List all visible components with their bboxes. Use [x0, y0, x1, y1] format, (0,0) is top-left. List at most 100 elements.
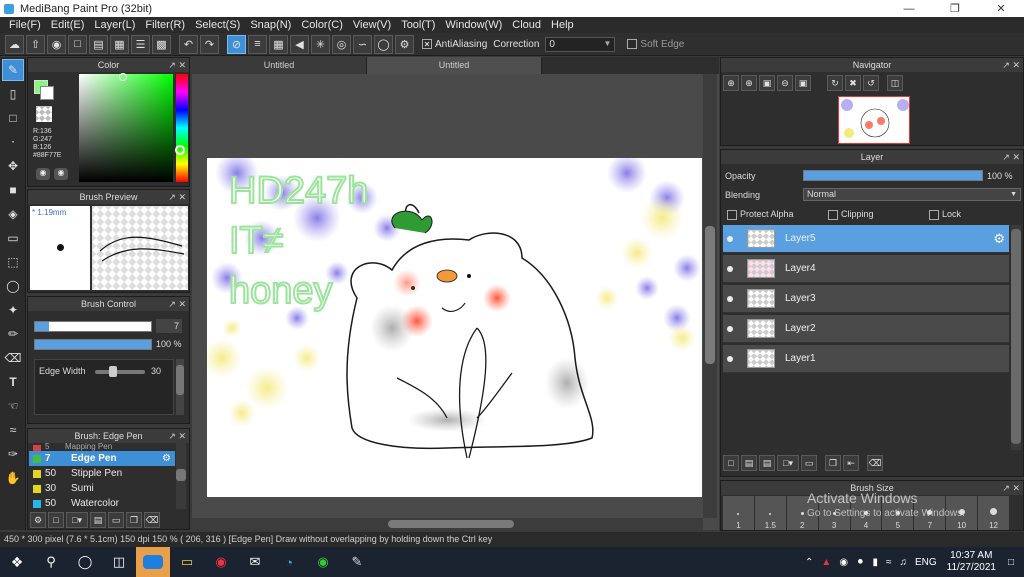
brush-item[interactable]: 50 Stipple Pen — [29, 466, 175, 481]
brush-size-value[interactable]: 7 — [156, 319, 182, 333]
folder-icon[interactable]: ▭ — [108, 512, 124, 528]
swatch-icon[interactable]: ◉ — [54, 168, 68, 180]
radial-snap-icon[interactable]: ✳ — [311, 34, 330, 54]
edge-icon[interactable]: ◔ — [272, 547, 306, 577]
menu-tool[interactable]: Tool(T) — [396, 19, 440, 31]
menu-view[interactable]: View(V) — [348, 19, 396, 31]
brush-settings-icon[interactable]: ⚙ — [30, 512, 46, 528]
mail-icon[interactable]: ✉ — [238, 547, 272, 577]
horizontal-scrollbar[interactable] — [192, 518, 703, 530]
folder-icon[interactable]: ▭ — [801, 455, 817, 471]
layer-item-layer5[interactable]: Layer5 ⚙ — [723, 225, 1009, 253]
magic-wand-tool-icon[interactable]: ✦ — [2, 299, 24, 321]
brush-page-icon[interactable]: ▤ — [90, 512, 106, 528]
perspective-snap-icon[interactable]: ◀ — [290, 34, 309, 54]
horizontal-scroll-thumb[interactable] — [388, 520, 514, 528]
rotate-back-icon[interactable]: ↺ — [863, 75, 879, 91]
layer-item-layer2[interactable]: Layer2 — [723, 315, 1009, 343]
language-indicator[interactable]: ENG — [915, 557, 937, 568]
battery-icon[interactable]: ▮ — [872, 557, 878, 568]
restore-button[interactable]: ❐ — [932, 0, 978, 17]
vertical-scrollbar[interactable] — [703, 74, 717, 518]
brush-size-option[interactable]: 12 — [978, 496, 1010, 530]
eye-icon[interactable] — [727, 235, 733, 242]
zoom-in-icon[interactable]: ⊕ — [741, 75, 757, 91]
minimize-button[interactable]: — — [886, 0, 932, 17]
grid-page-icon[interactable]: ▦ — [110, 34, 129, 54]
menu-window[interactable]: Window(W) — [440, 19, 507, 31]
panel-close-icon[interactable]: ↗ ✕ — [168, 58, 186, 72]
snap-off-icon[interactable]: ⊘ — [227, 34, 246, 54]
select-pen-tool-icon[interactable]: ✏ — [2, 323, 24, 345]
menu-cloud[interactable]: Cloud — [507, 19, 546, 31]
select-rect-tool-icon[interactable]: ⬚ — [2, 251, 24, 273]
tab-untitled-1[interactable]: Untitled — [192, 57, 367, 74]
clipping-checkbox[interactable] — [828, 210, 838, 220]
layer-list-scrollbar[interactable] — [1011, 225, 1021, 450]
eye-icon[interactable] — [727, 355, 733, 362]
search-icon[interactable]: ⚲ — [34, 547, 68, 577]
lock-checkbox[interactable] — [929, 210, 939, 220]
lasso-tool-icon[interactable]: ◯ — [2, 275, 24, 297]
eye-icon[interactable] — [727, 265, 733, 272]
layer-item-layer4[interactable]: Layer4 — [723, 255, 1009, 283]
panel-close-icon[interactable]: ↗ ✕ — [168, 190, 186, 204]
actual-size-icon[interactable]: ▣ — [795, 75, 811, 91]
chrome-icon[interactable]: ◉ — [204, 547, 238, 577]
rectangle-tool-icon[interactable]: □ — [2, 107, 24, 129]
new-halftone-layer-icon[interactable]: ▤ — [741, 455, 757, 471]
brush-size-option[interactable]: 1.5 — [754, 496, 786, 530]
layer-opacity-slider[interactable] — [803, 170, 983, 181]
brush-opacity-slider[interactable] — [34, 339, 152, 350]
gear-icon[interactable]: ⚙ — [162, 453, 171, 464]
add-brush-icon[interactable]: □▾ — [66, 512, 88, 528]
hue-slider[interactable] — [176, 74, 188, 182]
comment-icon[interactable]: ◉ — [47, 34, 66, 54]
trash-icon[interactable]: ⌫ — [867, 455, 883, 471]
edge-width-knob[interactable] — [109, 366, 117, 377]
clock[interactable]: 10:37 AM 11/27/2021 — [947, 550, 996, 574]
task-view-icon[interactable]: ◫ — [102, 547, 136, 577]
wifi-icon[interactable]: ≈ — [886, 557, 892, 568]
tab-untitled-2[interactable]: Untitled — [367, 57, 542, 74]
text-tool-icon[interactable]: T — [2, 371, 24, 393]
grid-snap-icon[interactable]: ▦ — [269, 34, 288, 54]
circle-snap-icon[interactable]: ◯ — [374, 34, 393, 54]
parallel-snap-icon[interactable]: ≡ — [248, 34, 267, 54]
eye-icon[interactable] — [727, 325, 733, 332]
zoom-out-icon[interactable]: ⊖ — [777, 75, 793, 91]
eye-icon[interactable] — [727, 295, 733, 302]
drawing-canvas[interactable]: HD247h IT≠ honey — [207, 158, 702, 497]
blending-select[interactable]: Normal ▼ — [803, 188, 1021, 201]
protect-alpha-checkbox[interactable] — [727, 210, 737, 220]
brush-item[interactable]: 30 Sumi — [29, 481, 175, 496]
brush-size-slider[interactable] — [34, 321, 152, 332]
list-page-icon[interactable]: ☰ — [131, 34, 150, 54]
page-icon[interactable]: ▤ — [89, 34, 108, 54]
menu-file[interactable]: File(F) — [4, 19, 46, 31]
menu-edit[interactable]: Edit(E) — [46, 19, 90, 31]
background-color-swatch[interactable] — [40, 86, 54, 100]
correction-select[interactable]: 0 ▼ — [545, 36, 616, 52]
select-eraser-tool-icon[interactable]: ⌫ — [2, 347, 24, 369]
undo-icon[interactable]: ↶ — [179, 34, 198, 54]
gear-icon[interactable]: ⚙ — [993, 231, 1005, 247]
brush-item[interactable]: 50 Watercolor — [29, 496, 175, 509]
windows-start-icon[interactable]: ❖ — [0, 547, 34, 577]
palette-icon[interactable]: ◉ — [36, 168, 50, 180]
save-icon[interactable]: ▩ — [152, 34, 171, 54]
security-tray-icon[interactable]: ◉ — [839, 557, 848, 568]
volume-icon[interactable]: ♫ — [899, 557, 907, 568]
brush-item-selected[interactable]: 7 Edge Pen ⚙ — [29, 451, 175, 466]
trash-icon[interactable]: ⌫ — [144, 512, 160, 528]
navigator-thumbnail[interactable] — [838, 96, 910, 144]
dot-tool-icon[interactable]: ⋅ — [2, 131, 24, 153]
move-tool-icon[interactable]: ✥ — [2, 155, 24, 177]
reset-rotate-icon[interactable]: ✖ — [845, 75, 861, 91]
bucket-tool-icon[interactable]: ◈ — [2, 203, 24, 225]
fit-icon[interactable]: ▣ — [759, 75, 775, 91]
operation-tool-icon[interactable]: ☜ — [2, 395, 24, 417]
chrome-2-icon[interactable]: ◉ — [306, 547, 340, 577]
edge-width-slider[interactable] — [95, 370, 145, 374]
microphone-icon[interactable]: ⚫ — [856, 557, 864, 568]
